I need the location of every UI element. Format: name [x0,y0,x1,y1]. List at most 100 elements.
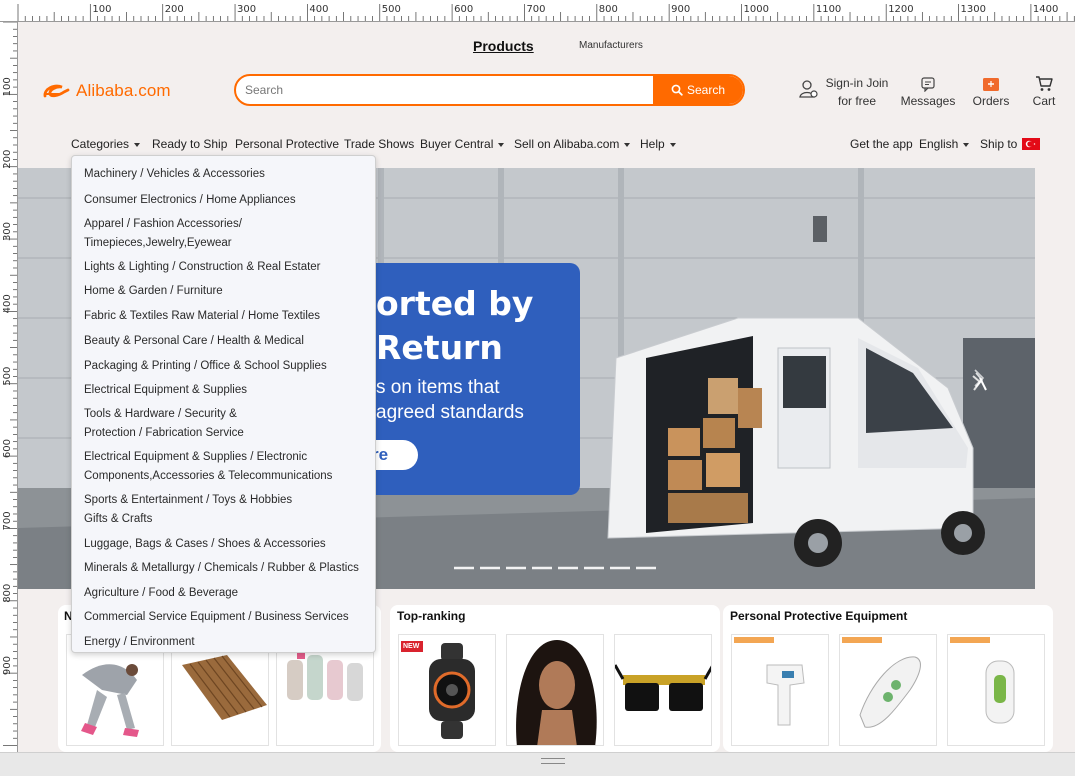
for-free-label: for free [837,94,876,108]
ruler-label: 600 [454,4,473,15]
chevron-down-icon [624,142,631,147]
search-icon [671,84,683,96]
messages-link[interactable]: Messages [898,74,958,108]
category-item[interactable]: Beauty & Personal Care / Health & Medica… [84,332,304,351]
ruler-label: 200 [165,4,184,15]
category-item[interactable]: Sports & Entertainment / Toys & Hobbies G… [84,491,292,528]
ruler-label: 900 [2,656,13,675]
category-label: Fabric & Textiles Raw Material / Home Te… [84,310,321,322]
horizontal-ruler: 100 200 300 400 500 600 700 800 900 1000 1100 1200 1… [0,0,1075,22]
message-icon [921,77,935,92]
ship-to-selector[interactable]: Ship to [980,137,1041,151]
category-label: Luggage, Bags & Cases / Shoes & Accessor… [84,538,326,550]
category-item[interactable]: Machinery / Vehicles & Accessories [84,165,265,184]
nav-sell-on-alibaba[interactable]: Sell on Alibaba.com [514,137,631,151]
nav-sell-label: Sell on Alibaba.com [514,137,620,151]
category-item[interactable]: Packaging & Printing / Office & School S… [84,357,327,376]
category-item[interactable]: Fabric & Textiles Raw Material / Home Te… [84,307,320,326]
product-thumb[interactable]: NEW [398,634,496,746]
top-ranking-title: Top-ranking [397,609,466,623]
ruler-label: 500 [2,367,13,386]
product-image [516,640,597,745]
card-top-ranking[interactable]: Top-ranking NEW [390,605,720,752]
chevron-down-icon [134,142,141,147]
ruler-label: 100 [2,77,13,96]
category-item[interactable]: Luggage, Bags & Cases / Shoes & Accessor… [84,535,326,554]
ruler-label: 1100 [816,4,841,15]
search-button[interactable]: Search [653,76,743,104]
categories-dropdown-menu: Machinery / Vehicles & Accessories Consu… [71,155,376,653]
nav-ready-to-ship-label: Ready to Ship [152,137,228,151]
alibaba-page: Products Manufacturers Alibaba.com Searc… [18,22,1075,752]
turkey-flag-icon [1022,138,1041,150]
ruler-label: 400 [2,294,13,313]
get-the-app-link[interactable]: Get the app [850,137,913,151]
product-thumb[interactable] [731,634,829,746]
category-item[interactable]: Energy / Environment [84,633,195,652]
category-item[interactable]: Lights & Lighting / Construction & Real … [84,258,321,277]
product-image [734,637,805,726]
ruler-label: 600 [2,439,13,458]
ruler-label: 300 [237,4,256,15]
product-image [950,637,1015,724]
product-thumb[interactable] [839,634,937,746]
nav-buyer-central[interactable]: Buyer Central [420,137,505,151]
category-label: Agriculture / Food & Beverage [84,587,239,599]
carousel-next-icon[interactable] [973,368,985,388]
ruler-label: 1000 [744,4,769,15]
product-thumb[interactable] [506,634,604,746]
category-item[interactable]: Tools & Hardware / Security & Protection … [84,405,244,442]
category-item[interactable]: Consumer Electronics / Home Appliances [84,191,296,210]
category-label: Consumer Electronics / Home Appliances [84,194,296,206]
search-input[interactable] [236,76,654,104]
search-button-label: Search [686,83,726,97]
category-label: Apparel / Fashion Accessories/ [84,218,242,230]
hero-subtext-line2: agreed standards [376,402,524,423]
chevron-down-icon [669,142,676,147]
category-item[interactable]: Agriculture / Food & Beverage [84,584,238,603]
ruler-label: 800 [599,4,618,15]
nav-buyer-central-label: Buyer Central [420,137,494,151]
alibaba-logo-icon [43,84,70,98]
product-thumb[interactable] [947,634,1045,746]
category-label: Sports & Entertainment / Toys & Hobbies [84,494,293,506]
category-label: Machinery / Vehicles & Accessories [84,168,265,180]
product-image [401,641,475,739]
card-personal-protective-equipment[interactable]: Personal Protective Equipment [723,605,1053,752]
category-item[interactable]: Electrical Equipment & Supplies / Electr… [84,448,332,485]
language-selector[interactable]: English [919,137,970,151]
search-type-tabs: Products Manufacturers [18,37,1075,59]
alibaba-logo[interactable]: Alibaba.com [42,79,171,103]
ruler-label: 900 [671,4,690,15]
hero-subtext-line1: s on items that [376,377,500,398]
orders-icon [983,78,999,91]
nav-help-label: Help [640,137,665,151]
user-icon [799,80,818,98]
category-item[interactable]: Home & Garden / Furniture [84,282,223,301]
category-item[interactable]: Minerals & Metallurgy / Chemicals / Rubb… [84,559,359,578]
nav-ready-to-ship[interactable]: Ready to Ship [152,137,227,151]
resize-grip-handle[interactable] [541,758,565,764]
tab-products[interactable]: Products [473,38,534,54]
ruler-label: 300 [2,222,13,241]
vertical-ruler-scale: 100 200 300 400 500 600 700 800 900 [2,22,17,746]
category-item[interactable]: Commercial Service Equipment / Business … [84,608,349,627]
product-image [615,664,711,711]
category-label: Packaging & Printing / Office & School S… [84,360,327,372]
category-label: Electrical Equipment & Supplies [84,384,247,396]
product-image [842,637,921,728]
nav-trade-shows-label: Trade Shows [344,137,415,151]
tab-manufacturers[interactable]: Manufacturers [579,40,643,51]
cart-link[interactable]: Cart [1024,74,1064,108]
nav-categories[interactable]: Categories [71,137,141,151]
product-thumb[interactable] [614,634,712,746]
category-item[interactable]: Electrical Equipment & Supplies [84,381,247,400]
nav-trade-shows[interactable]: Trade Shows [344,137,414,151]
orders-link[interactable]: Orders [966,74,1016,108]
sign-in-label: Sign-in Join [825,76,889,90]
nav-help[interactable]: Help [640,137,676,151]
get-the-app-label: Get the app [850,137,913,151]
nav-personal-protective[interactable]: Personal Protective [235,137,339,151]
search-bar: Search [234,74,745,106]
category-item[interactable]: Apparel / Fashion Accessories/Timepieces… [84,215,242,252]
